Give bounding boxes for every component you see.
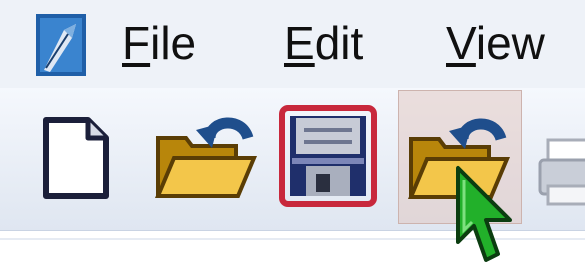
print-icon (538, 138, 585, 206)
open-button[interactable] (140, 88, 266, 230)
new-button[interactable] (14, 88, 140, 230)
save-button[interactable] (266, 88, 392, 230)
open-folder-icon (154, 117, 258, 198)
menu-file[interactable]: File (122, 15, 196, 71)
menu-view[interactable]: View (446, 15, 545, 71)
menu-bar: File Edit View (0, 0, 585, 88)
mouse-cursor-icon (456, 166, 512, 262)
save-floppy-icon (279, 105, 377, 207)
print-button[interactable] (524, 88, 585, 230)
app-window: File Edit View (0, 0, 585, 268)
menu-edit[interactable]: Edit (284, 15, 363, 71)
new-document-icon (43, 117, 109, 199)
app-logo-icon[interactable] (34, 10, 92, 80)
